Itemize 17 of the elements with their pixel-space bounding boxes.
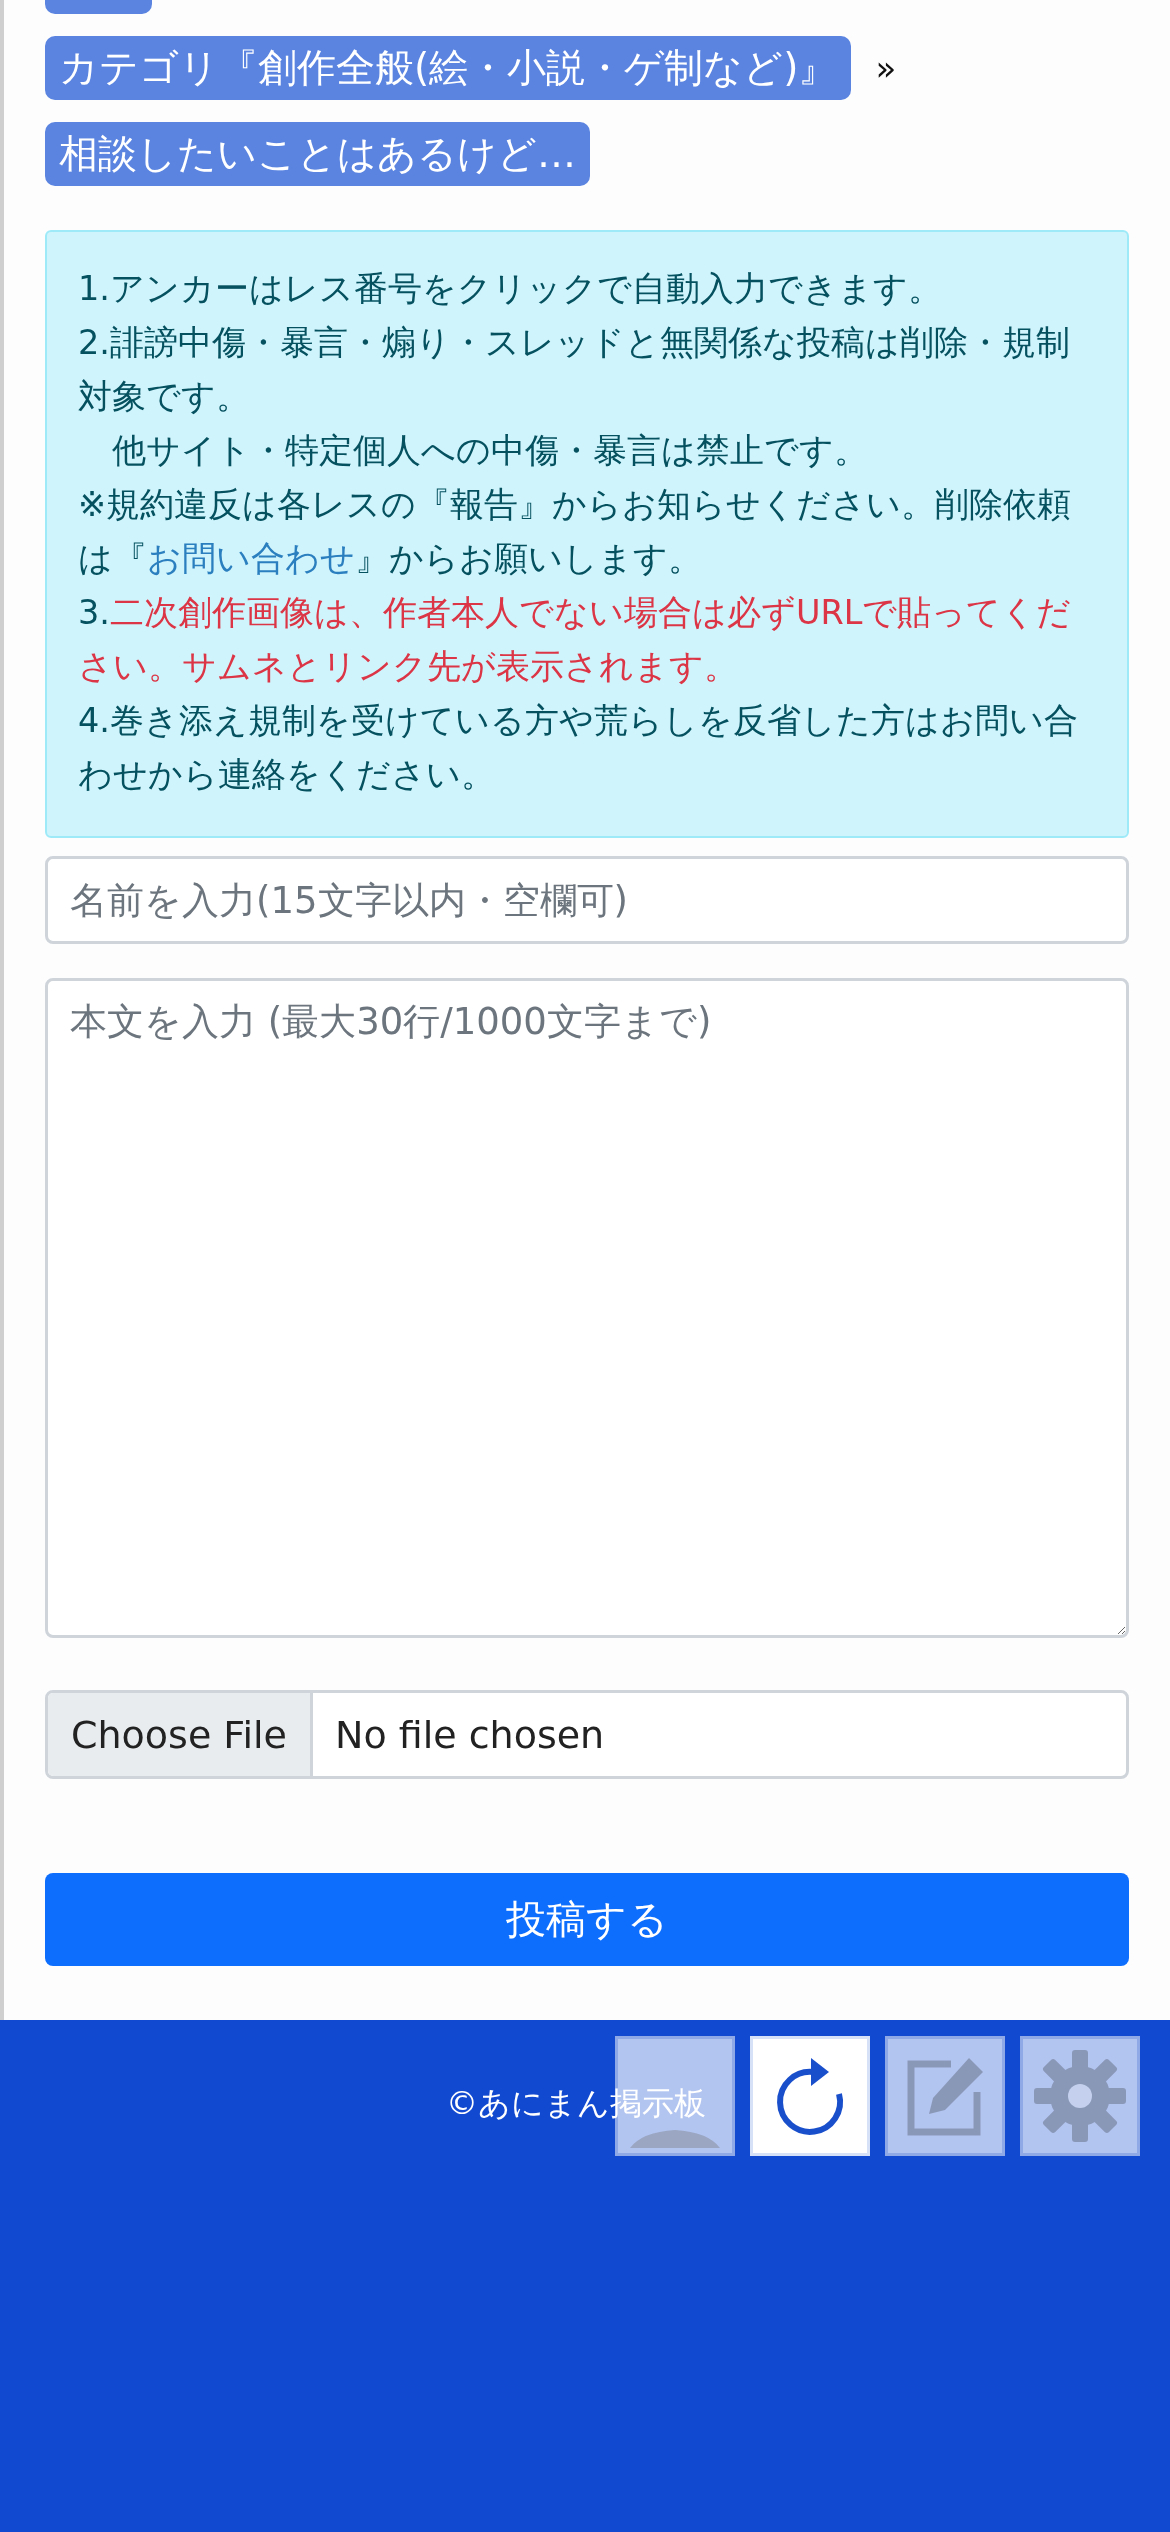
submit-button[interactable]: 投稿する bbox=[45, 1873, 1129, 1966]
notice-text: ※規約違反は各レスの『報告』からお知らせください。削除依頼は『お問い合わせ』からお願いします。 bbox=[78, 484, 1073, 580]
file-status: No file chosen bbox=[334, 1712, 605, 1757]
notice-text: 3.二次創作画像は、作者本人でない場合は必ずURLで貼ってください。サムネとリンク先が表示されます。 bbox=[78, 592, 1073, 688]
choose-file-button[interactable]: Choose File bbox=[48, 1693, 313, 1776]
file-input[interactable]: Choose File No file chosen bbox=[45, 1690, 1129, 1779]
body-field[interactable]: 本文を入力 (最大30行/1000文字まで) bbox=[45, 978, 1129, 1638]
notice-text: 2.誹謗中傷・暴言・煽り・スレッドと無関係な投稿は削除・規制対象です。 bbox=[78, 322, 1071, 418]
breadcrumb-separator: » bbox=[875, 48, 897, 88]
breadcrumb-link[interactable]: 相談したいことはあるけど… bbox=[45, 122, 590, 186]
breadcrumb-link[interactable]: カテゴリ『創作全般(絵・小説・ゲ制など)』 bbox=[45, 36, 852, 100]
notice-text: 1.アンカーはレス番号をクリックで自動入力できます。 bbox=[78, 268, 943, 310]
name-field[interactable]: 名前を入力(15文字以内・空欄可) bbox=[45, 856, 1129, 944]
settings-icon bbox=[1034, 2050, 1126, 2142]
notice-text: 他サイト・特定個人への中傷・暴言は禁止です。 bbox=[111, 430, 869, 472]
contact-link[interactable]: お問い合わせ bbox=[147, 539, 355, 578]
notice-text: 4.巻き添え規制を受けている方や荒らしを反省した方はお問い合わせから連絡をください。 bbox=[78, 700, 1079, 796]
